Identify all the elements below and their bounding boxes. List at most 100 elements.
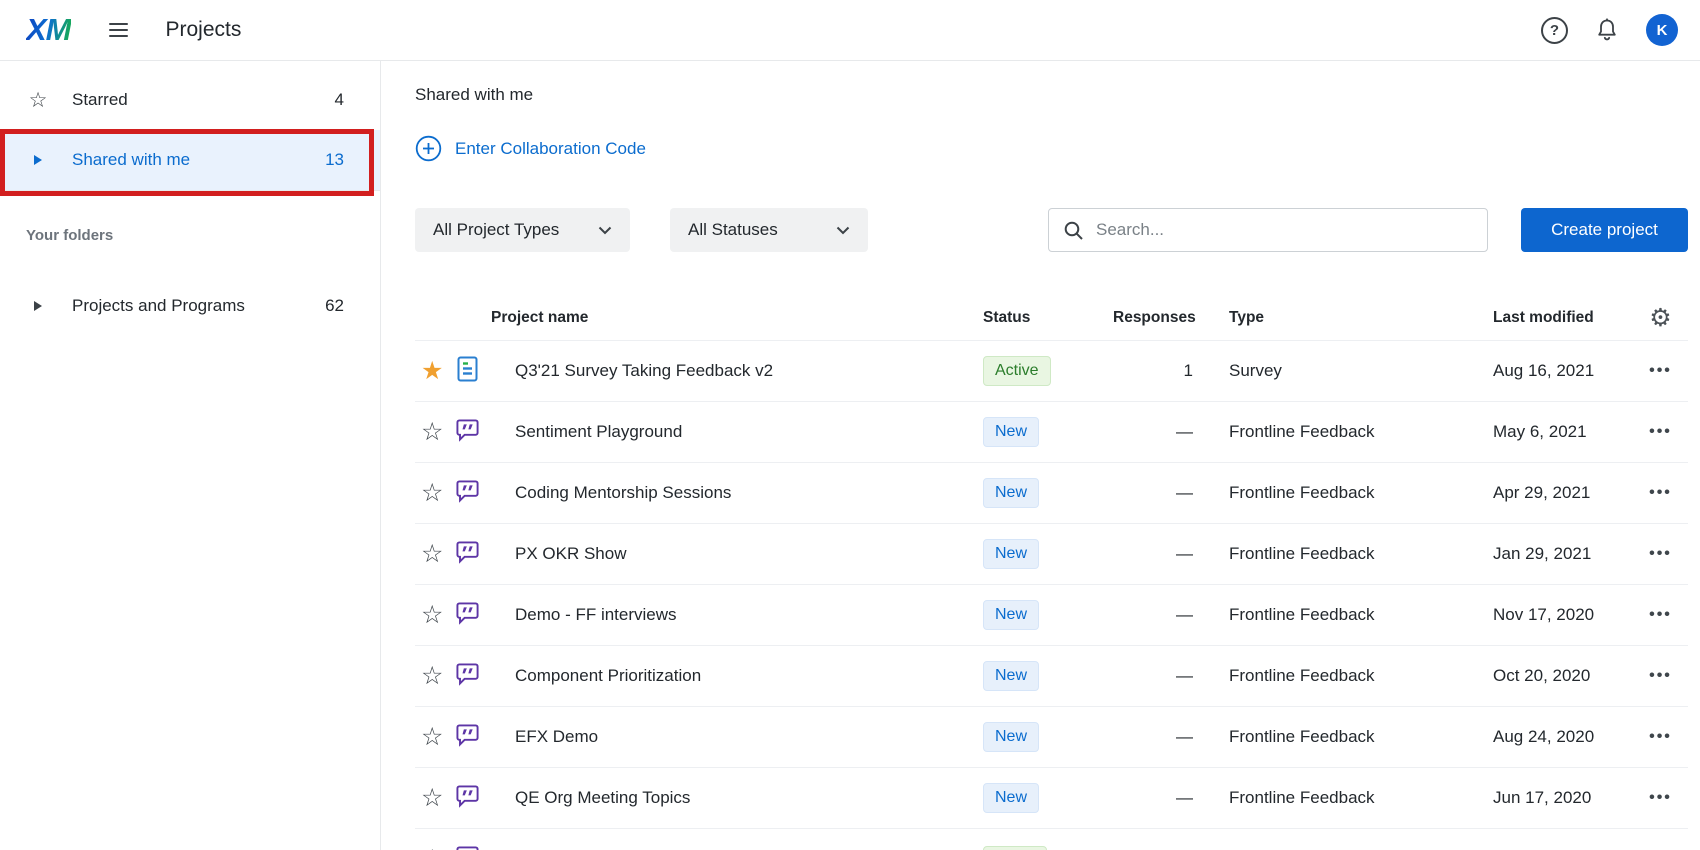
main-content: Shared with me Enter Collaboration Code … [382,61,1700,850]
table-row[interactable]: ☆ QE Org Meeting Topics New — Frontline … [415,767,1688,828]
sidebar-item-count: 4 [335,90,344,110]
table-row[interactable]: ☆ Component Prioritization New — Frontli… [415,645,1688,706]
project-type-value: Frontline Feedback [1193,422,1493,442]
row-options-button[interactable]: ••• [1649,423,1672,441]
project-type-value: Frontline Feedback [1193,788,1493,808]
star-toggle[interactable]: ☆ [415,481,455,506]
project-type-filter[interactable]: All Project Types [415,208,630,252]
status-badge: New [983,539,1039,569]
responses-value: — [1113,666,1193,686]
status-badge: New [983,478,1039,508]
row-options-button[interactable]: ••• [1649,484,1672,502]
help-icon[interactable]: ? [1541,17,1568,44]
status-badge: New [983,722,1039,752]
search-icon [1063,220,1084,241]
table-settings-gear-icon[interactable]: ⚙ [1649,306,1671,331]
nav-menu-button[interactable] [105,19,132,41]
frontline-feedback-icon [455,662,480,691]
sidebar-item-shared-with-me[interactable]: Shared with me 13 [0,130,380,190]
hamburger-icon [109,23,128,25]
sidebar-item-count: 13 [325,150,344,170]
table-row[interactable]: ☆ EFX Demo New — Frontline Feedback Aug … [415,706,1688,767]
last-modified-value: Jan 29, 2021 [1493,544,1633,564]
project-type-value: Survey [1193,361,1493,381]
page-title: Projects [166,18,242,42]
collab-code-label: Enter Collaboration Code [455,139,646,159]
frontline-feedback-icon [455,723,480,752]
status-badge [983,846,1047,850]
responses-value: — [1113,483,1193,503]
project-name-link[interactable]: Component Prioritization [503,666,983,686]
project-name-link[interactable]: Sentiment Playground [503,422,983,442]
enter-collaboration-code-button[interactable]: Enter Collaboration Code [415,135,646,162]
frontline-feedback-icon [455,418,480,447]
last-modified-value: Nov 17, 2020 [1493,605,1633,625]
sidebar-item-starred[interactable]: ☆ Starred 4 [0,70,380,130]
table-row[interactable]: ☆ PX OKR Show New — Frontline Feedback J… [415,523,1688,584]
star-toggle[interactable]: ☆ [415,542,455,567]
search-input[interactable] [1096,220,1473,240]
table-row[interactable]: ☆ Demo - FF interviews New — Frontline F… [415,584,1688,645]
row-options-button[interactable]: ••• [1649,606,1672,624]
table-row[interactable]: ☆ Sentiment Playground New — Frontline F… [415,401,1688,462]
project-name-link[interactable]: EFX Demo [503,727,983,747]
row-options-button[interactable]: ••• [1649,728,1672,746]
star-toggle[interactable]: ☆ [415,847,455,850]
row-options-button[interactable]: ••• [1649,362,1672,380]
sidebar-item-count: 62 [325,296,344,316]
star-toggle[interactable]: ☆ [415,786,455,811]
responses-value: — [1113,727,1193,747]
row-options-button[interactable]: ••• [1649,667,1672,685]
frontline-feedback-icon [455,479,480,508]
table-row[interactable]: ★ Q3'21 Survey Taking Feedback v2 Active… [415,340,1688,401]
sidebar: ☆ Starred 4 Shared with me 13 Your folde… [0,61,381,850]
status-badge: New [983,661,1039,691]
xm-logo[interactable]: XM [26,12,71,48]
frontline-feedback-icon [455,845,480,850]
project-type-value: Frontline Feedback [1193,666,1493,686]
last-modified-value: Oct 20, 2020 [1493,666,1633,686]
frontline-feedback-icon [455,540,480,569]
column-header-project-name: Project name [455,309,983,327]
project-name-link[interactable]: Coding Mentorship Sessions [503,483,983,503]
last-modified-value: Aug 24, 2020 [1493,727,1633,747]
user-avatar[interactable]: K [1646,14,1678,46]
star-toggle[interactable]: ☆ [415,664,455,689]
notifications-icon[interactable] [1595,17,1619,43]
project-type-value: Frontline Feedback [1193,483,1493,503]
project-name-link[interactable]: PX OKR Show [503,544,983,564]
responses-value: — [1113,788,1193,808]
caret-right-icon [34,301,42,311]
project-name-link[interactable]: QE Org Meeting Topics [503,788,983,808]
survey-icon [455,355,480,388]
project-name-link[interactable]: Q3'21 Survey Taking Feedback v2 [503,361,983,381]
star-toggle[interactable]: ☆ [415,420,455,445]
project-type-value: Frontline Feedback [1193,605,1493,625]
filters-bar: All Project Types All Statuses Create pr… [415,208,1688,252]
last-modified-value: Aug 16, 2021 [1493,361,1633,381]
sidebar-item-projects-and-programs[interactable]: Projects and Programs 62 [0,276,380,336]
sidebar-item-label: Starred [72,90,128,110]
responses-value: — [1113,605,1193,625]
sidebar-item-label: Shared with me [72,150,190,170]
star-toggle[interactable]: ☆ [415,725,455,750]
status-filter[interactable]: All Statuses [670,208,868,252]
star-toggle[interactable]: ★ [415,359,455,384]
create-project-button[interactable]: Create project [1521,208,1688,252]
last-modified-value: May 6, 2021 [1493,422,1633,442]
page-heading: Shared with me [415,85,1688,105]
frontline-feedback-icon [455,601,480,630]
top-bar: XM Projects ? K [0,0,1700,61]
frontline-feedback-icon [455,784,480,813]
table-body: ★ Q3'21 Survey Taking Feedback v2 Active… [415,340,1688,850]
row-options-button[interactable]: ••• [1649,545,1672,563]
table-row[interactable]: ☆ ••• [415,828,1688,850]
star-outline-icon: ☆ [29,90,48,111]
table-row[interactable]: ☆ Coding Mentorship Sessions New — Front… [415,462,1688,523]
project-type-value: Frontline Feedback [1193,727,1493,747]
chevron-down-icon [836,226,850,235]
row-options-button[interactable]: ••• [1649,789,1672,807]
column-header-type: Type [1193,309,1493,327]
star-toggle[interactable]: ☆ [415,603,455,628]
project-name-link[interactable]: Demo - FF interviews [503,605,983,625]
